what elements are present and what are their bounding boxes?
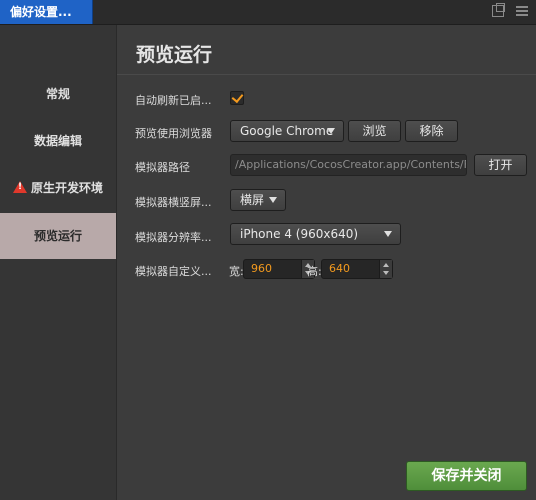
menu-icon[interactable] (516, 5, 528, 17)
save-and-close-button[interactable]: 保存并关闭 (406, 461, 527, 491)
browser-select[interactable]: Google Chrome (230, 120, 344, 142)
settings-panel: 预览运行 自动刷新已启... 预览使用浏览器 Google Chrome 浏览 … (117, 25, 536, 500)
browser-select-value: Google Chrome (240, 124, 334, 138)
window-tab[interactable]: 偏好设置... (0, 0, 93, 24)
sidebar-item-native-env[interactable]: 原生开发环境 (0, 165, 116, 211)
sidebar-item-label: 预览运行 (33, 229, 82, 243)
title-bar: 偏好设置... (0, 0, 536, 25)
orientation-label: 模拟器横竖屏... (135, 196, 212, 209)
sidebar-item-general[interactable]: 常规 (0, 71, 116, 117)
sidebar-item-data-editing[interactable]: 数据编辑 (0, 118, 116, 164)
orientation-select-value: 横屏 (240, 193, 265, 207)
browse-button[interactable]: 浏览 (348, 120, 401, 142)
browser-label: 预览使用浏览器 (135, 127, 212, 140)
open-button[interactable]: 打开 (474, 154, 527, 176)
sidebar-item-label: 常规 (45, 87, 70, 101)
orientation-select[interactable]: 横屏 (230, 189, 286, 211)
auto-refresh-label: 自动刷新已启... (135, 94, 212, 107)
warning-icon (12, 181, 27, 193)
stepper-arrows-icon[interactable] (379, 260, 392, 278)
simulator-path-label: 模拟器路径 (135, 161, 190, 174)
window-controls (492, 3, 528, 17)
custom-size-label: 模拟器自定义... (135, 265, 212, 278)
resolution-select[interactable]: iPhone 4 (960x640) (230, 223, 401, 245)
sidebar-item-label: 数据编辑 (33, 134, 82, 148)
simulator-path-field[interactable]: /Applications/CocosCreator.app/Contents/… (230, 154, 467, 176)
remove-button[interactable]: 移除 (405, 120, 458, 142)
width-label: 宽: (229, 265, 244, 278)
divider (117, 74, 536, 75)
width-stepper[interactable]: 960 (243, 259, 315, 279)
width-value: 960 (251, 262, 272, 275)
sidebar-item-preview-run[interactable]: 预览运行 (0, 213, 116, 259)
sidebar: 常规 数据编辑 原生开发环境 预览运行 (0, 25, 117, 500)
chevron-down-icon (269, 197, 277, 203)
maximize-icon[interactable] (492, 3, 505, 17)
height-stepper[interactable]: 640 (321, 259, 393, 279)
sidebar-item-label: 原生开发环境 (30, 181, 103, 195)
page-title: 预览运行 (136, 44, 213, 66)
resolution-select-value: iPhone 4 (960x640) (240, 227, 359, 241)
height-value: 640 (329, 262, 350, 275)
chevron-down-icon (327, 128, 335, 134)
resolution-label: 模拟器分辨率... (135, 231, 212, 244)
height-label: 高: (307, 265, 322, 278)
chevron-down-icon (384, 231, 392, 237)
auto-refresh-checkbox[interactable] (230, 91, 244, 105)
